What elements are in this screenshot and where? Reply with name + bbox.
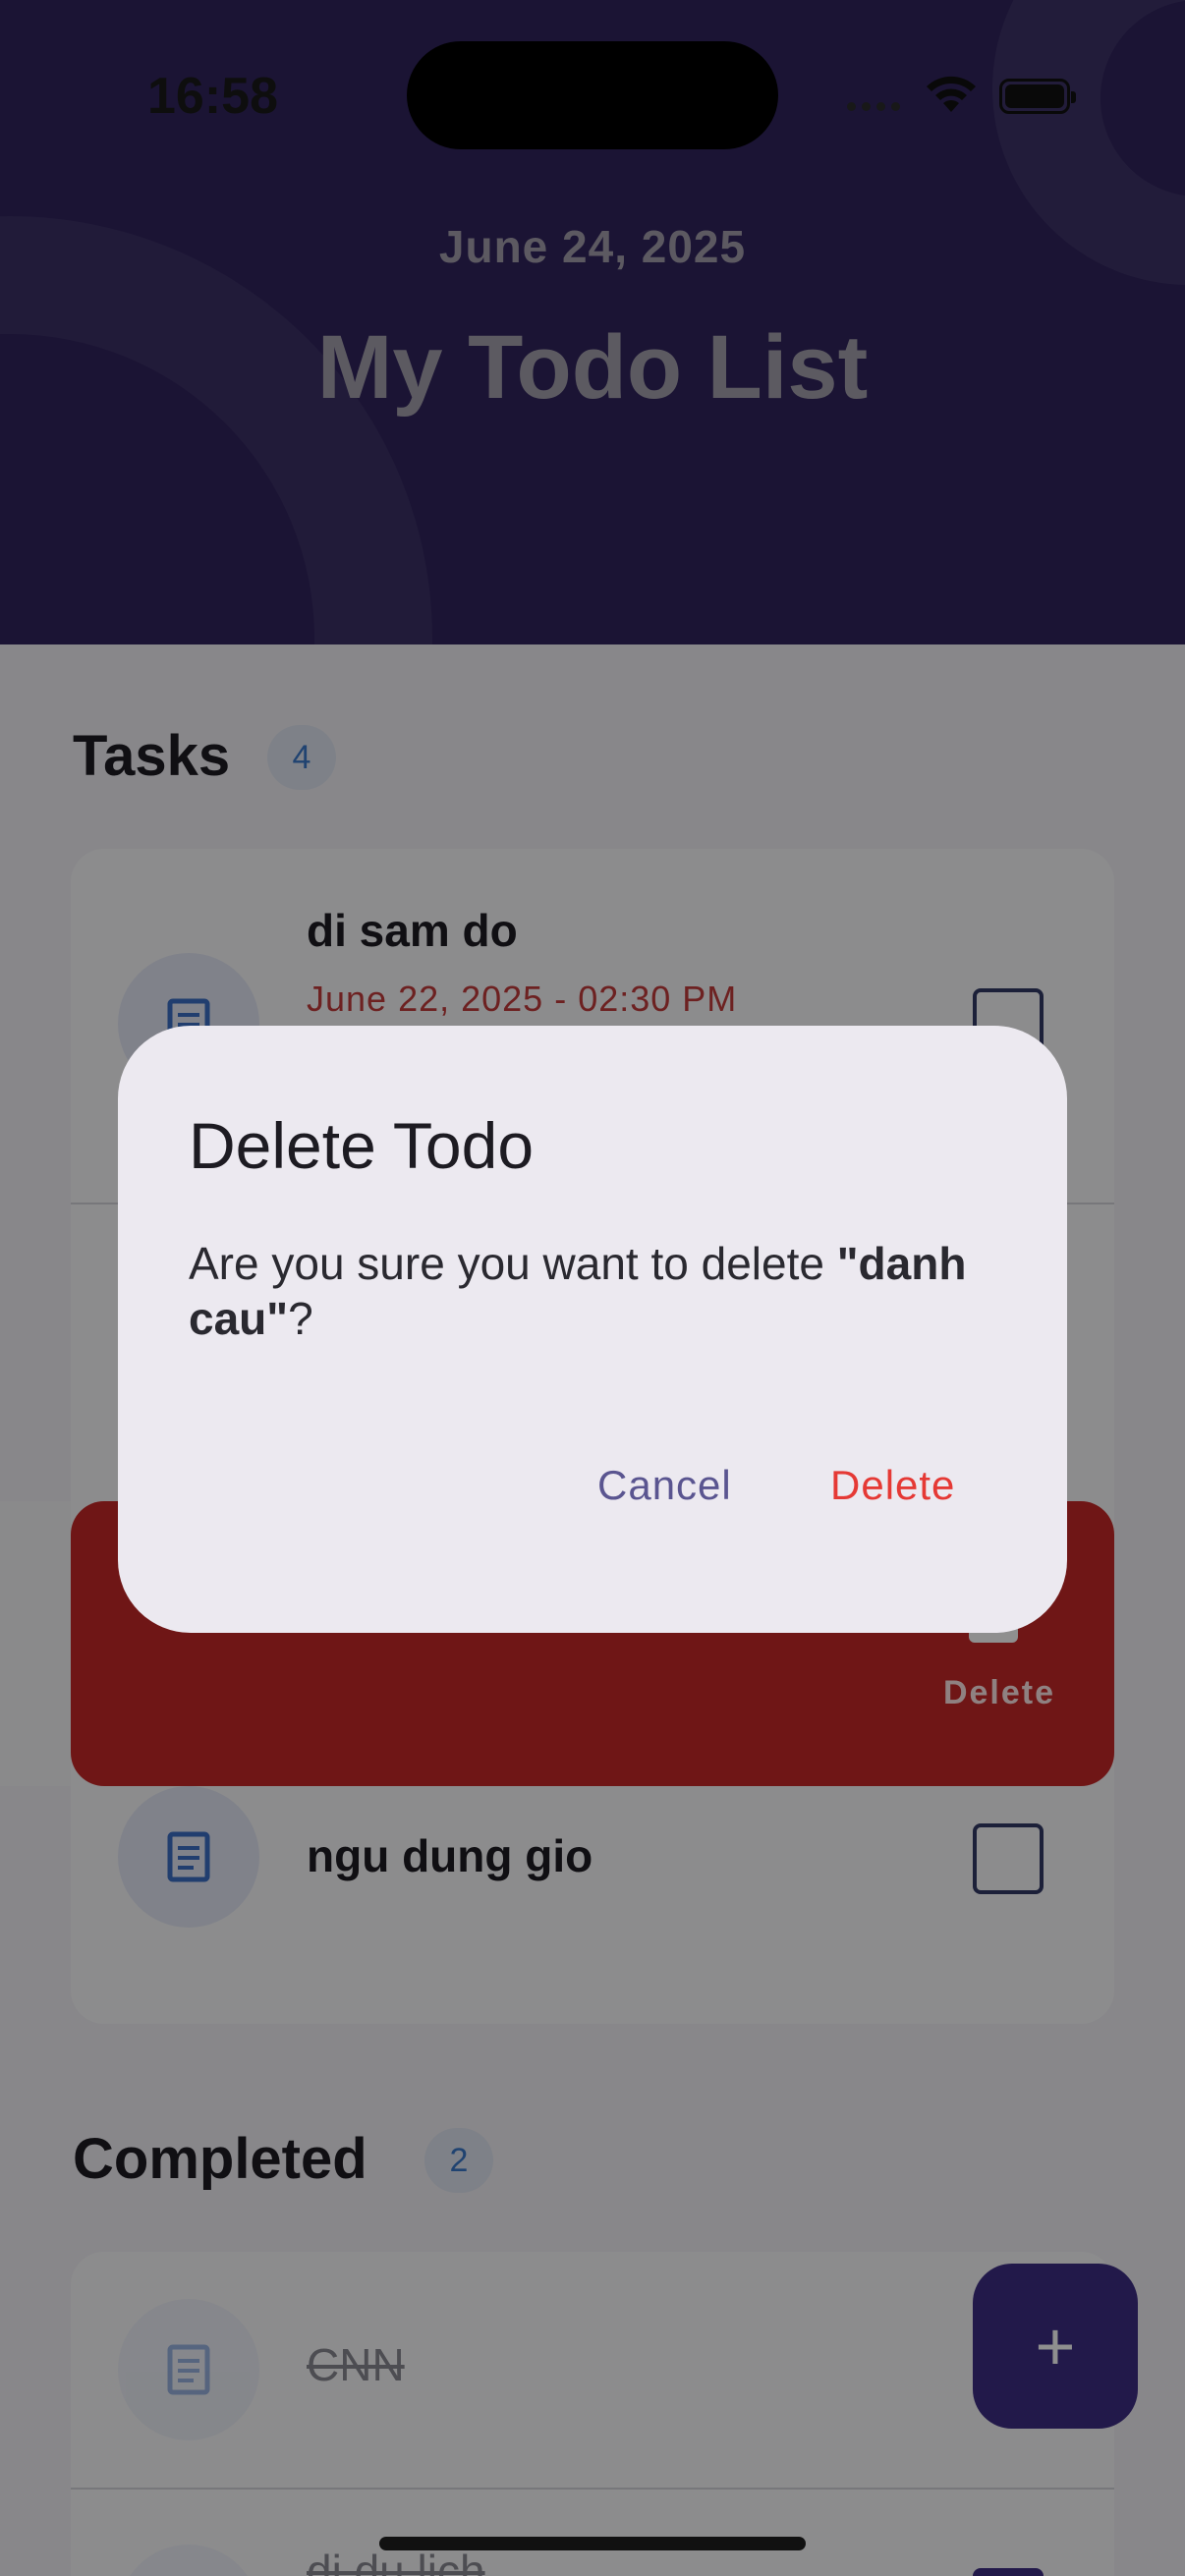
delete-dialog: Delete Todo Are you sure you want to del… [118, 1026, 1067, 1633]
home-indicator[interactable] [379, 2537, 806, 2550]
delete-button[interactable]: Delete [830, 1462, 955, 1509]
dialog-message: Are you sure you want to delete "danh ca… [189, 1238, 967, 1344]
cancel-button[interactable]: Cancel [597, 1462, 732, 1509]
dialog-title: Delete Todo [189, 1109, 535, 1182]
